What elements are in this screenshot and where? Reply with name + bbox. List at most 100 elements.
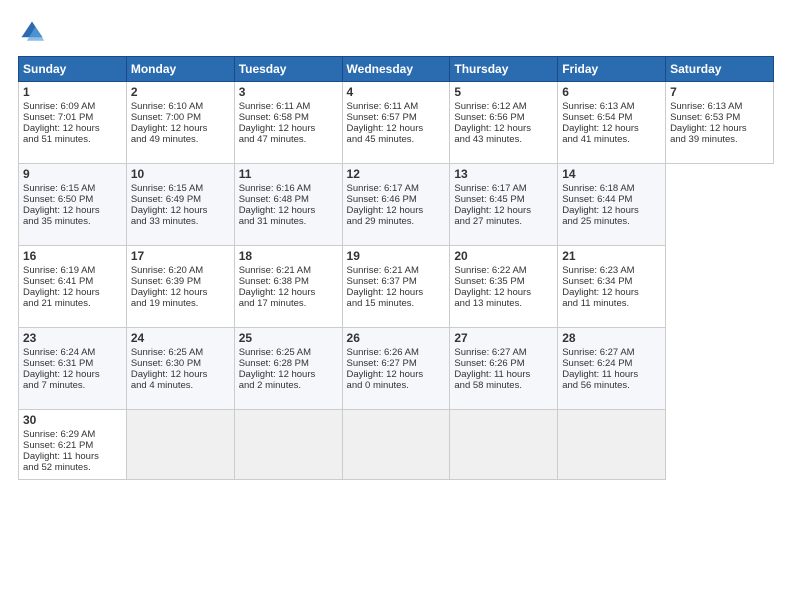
calendar-cell: 9Sunrise: 6:15 AMSunset: 6:50 PMDaylight… <box>19 164 127 246</box>
day-info-line: Sunrise: 6:18 AM <box>562 183 661 194</box>
calendar-week-3: 16Sunrise: 6:19 AMSunset: 6:41 PMDayligh… <box>19 246 774 328</box>
calendar-header-sunday: Sunday <box>19 57 127 82</box>
day-info-line: Sunrise: 6:12 AM <box>454 101 553 112</box>
day-info-line: Sunset: 6:58 PM <box>239 112 338 123</box>
day-info-line: Sunset: 6:49 PM <box>131 194 230 205</box>
day-info-line: Daylight: 12 hours <box>239 123 338 134</box>
day-number: 17 <box>131 249 230 263</box>
day-info-line: Sunrise: 6:23 AM <box>562 265 661 276</box>
day-info-line: Sunrise: 6:29 AM <box>23 429 122 440</box>
day-number: 13 <box>454 167 553 181</box>
day-info-line: Sunset: 6:44 PM <box>562 194 661 205</box>
day-info-line: Sunset: 6:31 PM <box>23 358 122 369</box>
calendar-cell: 27Sunrise: 6:27 AMSunset: 6:26 PMDayligh… <box>450 328 558 410</box>
day-info-line: Sunset: 6:50 PM <box>23 194 122 205</box>
day-info-line: and 47 minutes. <box>239 134 338 145</box>
day-info-line: Sunrise: 6:19 AM <box>23 265 122 276</box>
day-info-line: and 15 minutes. <box>347 298 446 309</box>
day-info-line: Sunrise: 6:13 AM <box>670 101 769 112</box>
day-info-line: Sunset: 6:28 PM <box>239 358 338 369</box>
day-info-line: Daylight: 12 hours <box>670 123 769 134</box>
day-info-line: Sunset: 6:34 PM <box>562 276 661 287</box>
calendar-cell: 16Sunrise: 6:19 AMSunset: 6:41 PMDayligh… <box>19 246 127 328</box>
day-number: 23 <box>23 331 122 345</box>
calendar-cell <box>558 410 666 480</box>
calendar-cell: 5Sunrise: 6:12 AMSunset: 6:56 PMDaylight… <box>450 82 558 164</box>
day-info-line: and 51 minutes. <box>23 134 122 145</box>
day-info-line: Sunset: 6:24 PM <box>562 358 661 369</box>
day-number: 19 <box>347 249 446 263</box>
day-info-line: Daylight: 12 hours <box>562 123 661 134</box>
day-info-line: Sunset: 6:57 PM <box>347 112 446 123</box>
day-info-line: and 58 minutes. <box>454 380 553 391</box>
day-number: 14 <box>562 167 661 181</box>
day-number: 5 <box>454 85 553 99</box>
day-info-line: and 0 minutes. <box>347 380 446 391</box>
day-info-line: Sunset: 6:46 PM <box>347 194 446 205</box>
calendar-cell <box>450 410 558 480</box>
day-info-line: Sunset: 6:21 PM <box>23 440 122 451</box>
calendar-cell: 10Sunrise: 6:15 AMSunset: 6:49 PMDayligh… <box>126 164 234 246</box>
day-info-line: and 56 minutes. <box>562 380 661 391</box>
day-info-line: and 45 minutes. <box>347 134 446 145</box>
logo <box>18 18 50 46</box>
day-number: 26 <box>347 331 446 345</box>
day-info-line: Daylight: 11 hours <box>562 369 661 380</box>
day-number: 4 <box>347 85 446 99</box>
day-number: 10 <box>131 167 230 181</box>
calendar-cell: 23Sunrise: 6:24 AMSunset: 6:31 PMDayligh… <box>19 328 127 410</box>
day-number: 20 <box>454 249 553 263</box>
calendar-cell: 30Sunrise: 6:29 AMSunset: 6:21 PMDayligh… <box>19 410 127 480</box>
day-info-line: Sunrise: 6:16 AM <box>239 183 338 194</box>
day-info-line: Daylight: 12 hours <box>454 287 553 298</box>
day-number: 25 <box>239 331 338 345</box>
calendar-cell: 13Sunrise: 6:17 AMSunset: 6:45 PMDayligh… <box>450 164 558 246</box>
calendar-cell: 28Sunrise: 6:27 AMSunset: 6:24 PMDayligh… <box>558 328 666 410</box>
day-info-line: Sunset: 6:41 PM <box>23 276 122 287</box>
day-number: 1 <box>23 85 122 99</box>
page: SundayMondayTuesdayWednesdayThursdayFrid… <box>0 0 792 612</box>
calendar-cell: 17Sunrise: 6:20 AMSunset: 6:39 PMDayligh… <box>126 246 234 328</box>
calendar-cell: 3Sunrise: 6:11 AMSunset: 6:58 PMDaylight… <box>234 82 342 164</box>
day-number: 30 <box>23 413 122 427</box>
calendar-cell: 1Sunrise: 6:09 AMSunset: 7:01 PMDaylight… <box>19 82 127 164</box>
day-info-line: Sunrise: 6:13 AM <box>562 101 661 112</box>
calendar-body: 1Sunrise: 6:09 AMSunset: 7:01 PMDaylight… <box>19 82 774 480</box>
day-info-line: Daylight: 12 hours <box>131 287 230 298</box>
day-info-line: Sunset: 6:54 PM <box>562 112 661 123</box>
calendar-cell: 21Sunrise: 6:23 AMSunset: 6:34 PMDayligh… <box>558 246 666 328</box>
logo-icon <box>18 18 46 46</box>
day-info-line: and 41 minutes. <box>562 134 661 145</box>
calendar-cell: 11Sunrise: 6:16 AMSunset: 6:48 PMDayligh… <box>234 164 342 246</box>
day-info-line: Sunset: 6:26 PM <box>454 358 553 369</box>
calendar-header-tuesday: Tuesday <box>234 57 342 82</box>
day-info-line: Sunset: 6:35 PM <box>454 276 553 287</box>
calendar-header-friday: Friday <box>558 57 666 82</box>
day-info-line: Daylight: 12 hours <box>23 287 122 298</box>
calendar-header-monday: Monday <box>126 57 234 82</box>
day-info-line: and 13 minutes. <box>454 298 553 309</box>
day-info-line: Daylight: 12 hours <box>239 287 338 298</box>
day-info-line: Sunset: 6:38 PM <box>239 276 338 287</box>
calendar-header-wednesday: Wednesday <box>342 57 450 82</box>
day-info-line: Sunset: 6:27 PM <box>347 358 446 369</box>
calendar-cell: 18Sunrise: 6:21 AMSunset: 6:38 PMDayligh… <box>234 246 342 328</box>
day-info-line: Sunset: 6:53 PM <box>670 112 769 123</box>
calendar-cell: 19Sunrise: 6:21 AMSunset: 6:37 PMDayligh… <box>342 246 450 328</box>
calendar-cell <box>342 410 450 480</box>
day-info-line: Daylight: 12 hours <box>239 369 338 380</box>
day-info-line: Sunrise: 6:11 AM <box>347 101 446 112</box>
day-info-line: and 52 minutes. <box>23 462 122 473</box>
day-number: 28 <box>562 331 661 345</box>
day-info-line: Sunset: 6:48 PM <box>239 194 338 205</box>
day-number: 9 <box>23 167 122 181</box>
calendar-week-5: 30Sunrise: 6:29 AMSunset: 6:21 PMDayligh… <box>19 410 774 480</box>
calendar-header-saturday: Saturday <box>666 57 774 82</box>
day-info-line: Sunrise: 6:09 AM <box>23 101 122 112</box>
day-number: 7 <box>670 85 769 99</box>
calendar-cell: 26Sunrise: 6:26 AMSunset: 6:27 PMDayligh… <box>342 328 450 410</box>
calendar-cell: 4Sunrise: 6:11 AMSunset: 6:57 PMDaylight… <box>342 82 450 164</box>
day-info-line: Sunset: 6:39 PM <box>131 276 230 287</box>
calendar-cell: 2Sunrise: 6:10 AMSunset: 7:00 PMDaylight… <box>126 82 234 164</box>
day-info-line: Sunrise: 6:21 AM <box>347 265 446 276</box>
